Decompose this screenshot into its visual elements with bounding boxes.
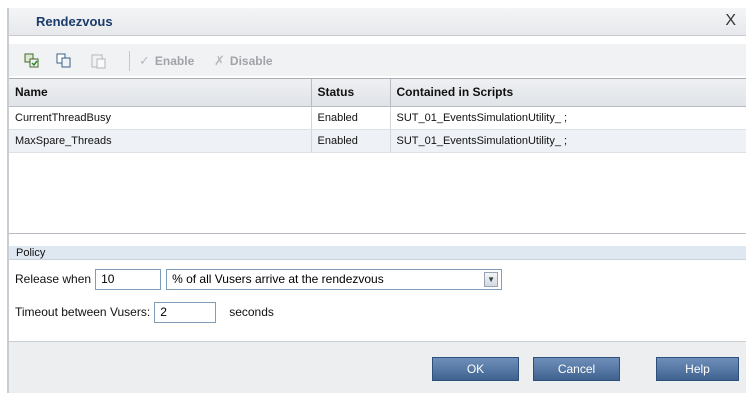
cell-status: Enabled [311, 106, 391, 130]
table-row[interactable]: CurrentThreadBusy Enabled SUT_01_EventsS… [9, 106, 746, 130]
chevron-down-icon[interactable]: ▼ [484, 271, 499, 287]
enable-button[interactable]: ✓ Enable [139, 53, 194, 69]
ok-button[interactable]: OK [432, 357, 519, 381]
enable-label: Enable [154, 54, 195, 68]
help-button[interactable]: Help [656, 357, 739, 381]
timeout-unit-label: seconds [229, 305, 274, 319]
cell-scripts: SUT_01_EventsSimulationUtility_ ; [390, 106, 746, 130]
release-row: Release when % of all Vusers arrive at t… [15, 268, 503, 290]
release-condition-select[interactable]: % of all Vusers arrive at the rendezvous… [166, 268, 503, 290]
cancel-button[interactable]: Cancel [533, 357, 620, 381]
rendezvous-info-icon[interactable] [23, 52, 41, 70]
toolbar-separator [129, 51, 130, 71]
column-header-name[interactable]: Name [9, 79, 312, 107]
release-label: Release when [15, 272, 92, 286]
timeout-value-input[interactable] [154, 301, 217, 323]
cell-name: MaxSpare_Threads [9, 129, 312, 153]
timeout-row: Timeout between Vusers: seconds [15, 301, 274, 323]
check-icon: ✓ [139, 53, 150, 68]
close-button[interactable]: X [725, 12, 736, 30]
disable-button[interactable]: ✗ Disable [214, 53, 273, 69]
rendezvous-table: Name Status Contained in Scripts Current… [9, 78, 746, 234]
cell-status: Enabled [311, 129, 391, 153]
paste-icon[interactable] [90, 52, 108, 70]
title-bar[interactable]: Rendezvous X [9, 8, 746, 36]
cell-name: CurrentThreadBusy [9, 106, 312, 130]
column-header-scripts[interactable]: Contained in Scripts [390, 79, 746, 107]
policy-section-header: Policy [9, 246, 746, 260]
table-row[interactable]: MaxSpare_Threads Enabled SUT_01_EventsSi… [9, 129, 746, 153]
dialog-title: Rendezvous [36, 14, 113, 29]
release-value-input[interactable] [95, 268, 162, 290]
toolbar: ✓ Enable ✗ Disable [9, 44, 746, 76]
disable-label: Disable [229, 54, 273, 68]
timeout-label: Timeout between Vusers: [15, 305, 151, 319]
x-icon: ✗ [214, 53, 225, 68]
column-header-status[interactable]: Status [311, 79, 391, 107]
rendezvous-dialog: Rendezvous X ✓ Enable ✗ Disable Name Sta… [0, 0, 746, 393]
copy-icon[interactable] [55, 52, 73, 70]
table-header-row: Name Status Contained in Scripts [9, 79, 746, 107]
dialog-footer: OK Cancel Help [9, 341, 746, 393]
cell-scripts: SUT_01_EventsSimulationUtility_ ; [390, 129, 746, 153]
release-condition-value: % of all Vusers arrive at the rendezvous [172, 271, 384, 286]
